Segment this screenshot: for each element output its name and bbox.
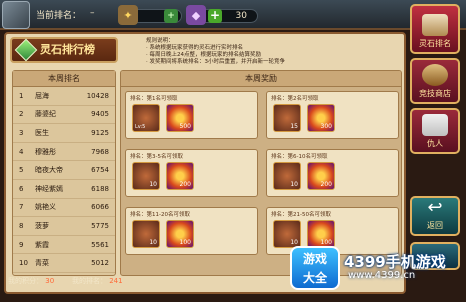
fire-crystal-item[interactable]: 100 — [166, 220, 194, 248]
ranking-row[interactable]: 10 青菜 5012 — [13, 254, 115, 273]
beast-reward-item[interactable]: 10 — [132, 162, 160, 190]
ranking-row[interactable]: 4 穆雅彤 7968 — [13, 143, 115, 162]
beast-reward-item[interactable]: 15 — [273, 104, 301, 132]
watermark-url: www.4399.cn — [348, 270, 416, 281]
my-score-value: 30 — [45, 277, 55, 285]
beast-reward-item[interactable]: 10 — [273, 220, 301, 248]
weekly-ranking-list[interactable]: 本周排名 1 屈海 10428 2 藤婆纪 9405 3 医生 9125 4 穆雅彤 7968 … — [12, 70, 116, 276]
weekly-rewards-header: 本周奖励 — [121, 71, 401, 87]
rules-text: 规则说明： · 系统根据玩家获得的灵石进行实时排名 · 每周日晚上24点整，根据… — [146, 38, 285, 65]
watermark-logo: 游戏 大全 — [290, 246, 340, 290]
current-rank-label: 当前排名： — [36, 11, 82, 21]
avatar[interactable] — [2, 1, 30, 29]
reward-card[interactable]: 排名：第3-5名可领取 10 200 — [125, 149, 258, 197]
back-button[interactable]: ↩ 返回 — [410, 196, 460, 236]
crossed-swords-icon — [422, 114, 448, 136]
my-rank-label: 我的排名： — [71, 277, 107, 285]
gem-icon: ◆ — [186, 5, 206, 25]
ranking-row[interactable]: 9 紫霞 5561 — [13, 236, 115, 255]
my-score-label: 我的积分： — [8, 277, 43, 285]
beast-reward-item[interactable]: 10 — [132, 220, 160, 248]
reward-card[interactable]: 排名：第11-20名可领取 10 100 — [125, 207, 258, 255]
weekly-ranking-header: 本周排名 — [13, 71, 115, 87]
spirit-stone-icon — [14, 38, 38, 62]
ranking-row[interactable]: 8 菠萝 5775 — [13, 217, 115, 236]
fire-crystal-item[interactable]: 200 — [166, 162, 194, 190]
ranking-row[interactable]: 6 神经紫嫣 6188 — [13, 180, 115, 199]
site-watermark: 游戏 大全 4399手机游戏 www.4399.cn — [290, 246, 466, 302]
medal-icon: ✦ — [118, 5, 138, 25]
ranking-row[interactable]: 3 医生 9125 — [13, 124, 115, 143]
shop-emblem-icon — [422, 64, 448, 86]
arena-shop-button[interactable]: 竞技商店 — [410, 58, 460, 104]
my-stats-bar: 我的积分： 30 我的排名： 241 — [8, 276, 123, 286]
fire-crystal-item[interactable]: 300 — [307, 104, 335, 132]
reward-card[interactable]: 排名：第1名可领取 Lv:5 500 — [125, 91, 258, 139]
gem-value: 30 — [235, 11, 247, 21]
plus-icon[interactable]: + — [164, 9, 178, 23]
ranking-row[interactable]: 7 姚艳义 6066 — [13, 199, 115, 218]
fire-crystal-item[interactable]: 500 — [166, 104, 194, 132]
add-gems-button[interactable]: + — [208, 9, 222, 23]
watermark-brand: 4399手机游戏 — [344, 253, 446, 271]
reward-card[interactable]: 排名：第6-10名可领取 10 200 — [266, 149, 399, 197]
ranking-row[interactable]: 2 藤婆纪 9405 — [13, 106, 115, 125]
beast-reward-item[interactable]: Lv:5 — [132, 104, 160, 132]
ranking-row[interactable]: 5 暗夜大帝 6754 — [13, 161, 115, 180]
fire-crystal-item[interactable]: 200 — [307, 162, 335, 190]
top-bar: 当前排名： – 8 ✦ 30 ◆ + + — [0, 0, 466, 30]
reward-grid: 排名：第1名可领取 Lv:5 500 排名：第2名可领取 15 300 排名：第… — [125, 91, 399, 255]
enemies-button[interactable]: 仇人 — [410, 108, 460, 154]
beast-reward-item[interactable]: 10 — [273, 162, 301, 190]
return-arrow-icon: ↩ — [427, 197, 443, 218]
panel-title: 灵石排行榜 — [10, 37, 118, 63]
reward-card[interactable]: 排名：第2名可领取 15 300 — [266, 91, 399, 139]
current-rank-value: – — [90, 8, 95, 18]
spirit-ranking-button[interactable]: 灵石排名 — [410, 4, 460, 54]
fire-crystal-item[interactable]: 100 — [307, 220, 335, 248]
my-rank-value: 241 — [109, 277, 123, 285]
ranking-podium-icon — [422, 14, 448, 36]
ranking-row[interactable]: 1 屈海 10428 — [13, 87, 115, 106]
